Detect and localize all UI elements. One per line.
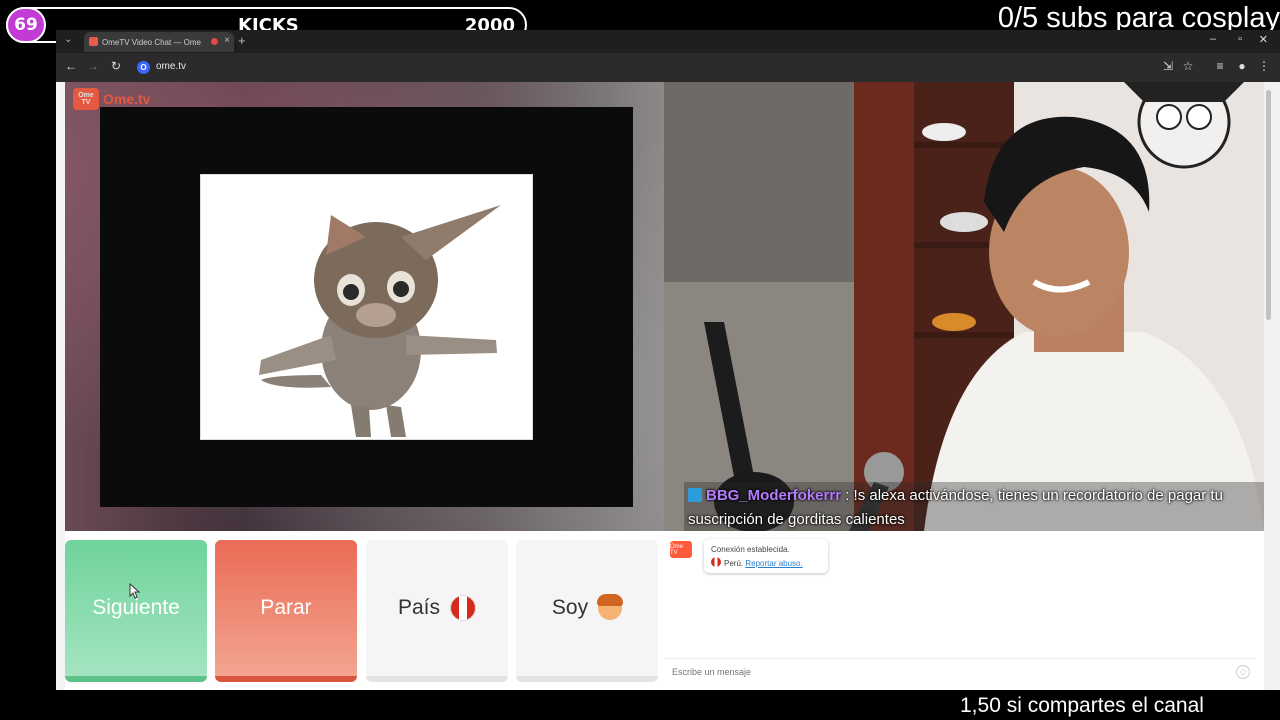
scrollbar-thumb[interactable] — [1266, 90, 1271, 320]
system-message: Conexión establecida. Perú. Reportar abu… — [704, 539, 828, 573]
gender-button-label: Soy — [551, 596, 589, 619]
stop-button[interactable]: Parar — [215, 540, 357, 682]
reload-icon[interactable]: ↻ — [108, 59, 124, 73]
ometv-logo-text: Ome.tv — [103, 91, 151, 107]
chat-username: BBG_Moderfokerrr — [706, 487, 842, 504]
level-badge: 69 — [6, 7, 46, 43]
country-text: Perú. — [724, 559, 744, 568]
boy-emoji-icon — [597, 594, 624, 620]
site-info-icon[interactable]: O — [137, 61, 150, 74]
next-button-label: Siguiente — [92, 596, 180, 619]
stream-frame: 69 KICKS 2000 0/5 subs para cosplay ⌄ Om… — [0, 0, 1280, 720]
stop-button-label: Parar — [260, 596, 312, 619]
text-chat-panel: Ome TV Conexión establecida. Perú. Repor… — [664, 531, 1264, 690]
peru-mini-flag-icon — [711, 557, 721, 567]
stranger-video: Ome TV Ome.tv — [65, 82, 664, 531]
chat-badge-icon — [688, 488, 702, 502]
browser-window: ⌄ OmeTV Video Chat — Ome × + – ▫ ✕ ← → ↻… — [56, 30, 1280, 690]
profile-icon[interactable]: ● — [1234, 59, 1250, 73]
share-channel-text: 1,50 si compartes el canal — [960, 694, 1204, 717]
restore-icon[interactable]: ▫ — [1238, 33, 1242, 45]
chat-separator: : — [845, 487, 850, 504]
menu-kebab-icon[interactable]: ⋮ — [1256, 59, 1272, 73]
next-button[interactable]: Siguiente — [65, 540, 207, 682]
country-button-label: País — [397, 596, 441, 619]
tab-strip: ⌄ OmeTV Video Chat — Ome × + – ▫ ✕ — [56, 30, 1280, 53]
self-video-scene — [664, 82, 1264, 531]
connected-text: Conexión establecida. — [711, 545, 790, 554]
tab-close-icon[interactable]: × — [224, 35, 230, 46]
new-tab-button[interactable]: + — [238, 33, 246, 48]
stranger-video-frame — [100, 107, 633, 507]
page-scrollbar[interactable] — [1264, 82, 1273, 690]
ometv-page: Ome TV Ome.tv BBG_Moderfokerrr: !s alex… — [65, 82, 1273, 690]
stream-chat-message: BBG_Moderfokerrr : !s alexa activándose,… — [684, 482, 1264, 534]
tab-title: OmeTV Video Chat — Ome — [102, 37, 201, 47]
install-app-icon[interactable]: ⇲ — [1160, 59, 1176, 73]
message-input-wrapper: ☺ — [664, 658, 1256, 684]
cat-illustration — [259, 205, 501, 437]
tab-list-icon[interactable]: ⌄ — [64, 34, 72, 45]
address-bar[interactable]: O ome.tv — [130, 57, 1190, 78]
report-abuse-link[interactable]: Reportar abuso. — [745, 559, 802, 568]
url-text: ome.tv — [156, 61, 187, 72]
emoji-icon[interactable]: ☺ — [1236, 665, 1250, 679]
browser-toolbar: ← → ↻ O ome.tv ⇲ ☆ ≡ ● ⋮ — [56, 53, 1280, 82]
tab-search-icon[interactable]: ≡ — [1212, 59, 1228, 73]
ometv-favicon-icon — [89, 37, 98, 46]
close-window-icon[interactable]: ✕ — [1259, 33, 1268, 46]
country-line: Perú. Reportar abuso. — [711, 557, 821, 571]
country-button[interactable]: País — [366, 540, 508, 682]
bookmark-star-icon[interactable]: ☆ — [1180, 59, 1196, 73]
minimize-icon[interactable]: – — [1210, 33, 1216, 45]
tab-ometv[interactable]: OmeTV Video Chat — Ome × — [84, 32, 234, 52]
mouse-cursor-icon — [129, 583, 141, 599]
self-video — [664, 82, 1264, 531]
message-input[interactable] — [664, 659, 1256, 684]
ometv-logo-icon: Ome TV — [73, 88, 99, 110]
ometv-system-icon: Ome TV — [670, 541, 692, 558]
forward-icon[interactable]: → — [85, 59, 101, 73]
peru-flag-icon — [450, 595, 477, 621]
back-icon[interactable]: ← — [63, 59, 79, 73]
gender-button[interactable]: Soy — [516, 540, 658, 682]
recording-dot-icon — [211, 38, 218, 45]
dancing-cat-image — [200, 174, 533, 440]
